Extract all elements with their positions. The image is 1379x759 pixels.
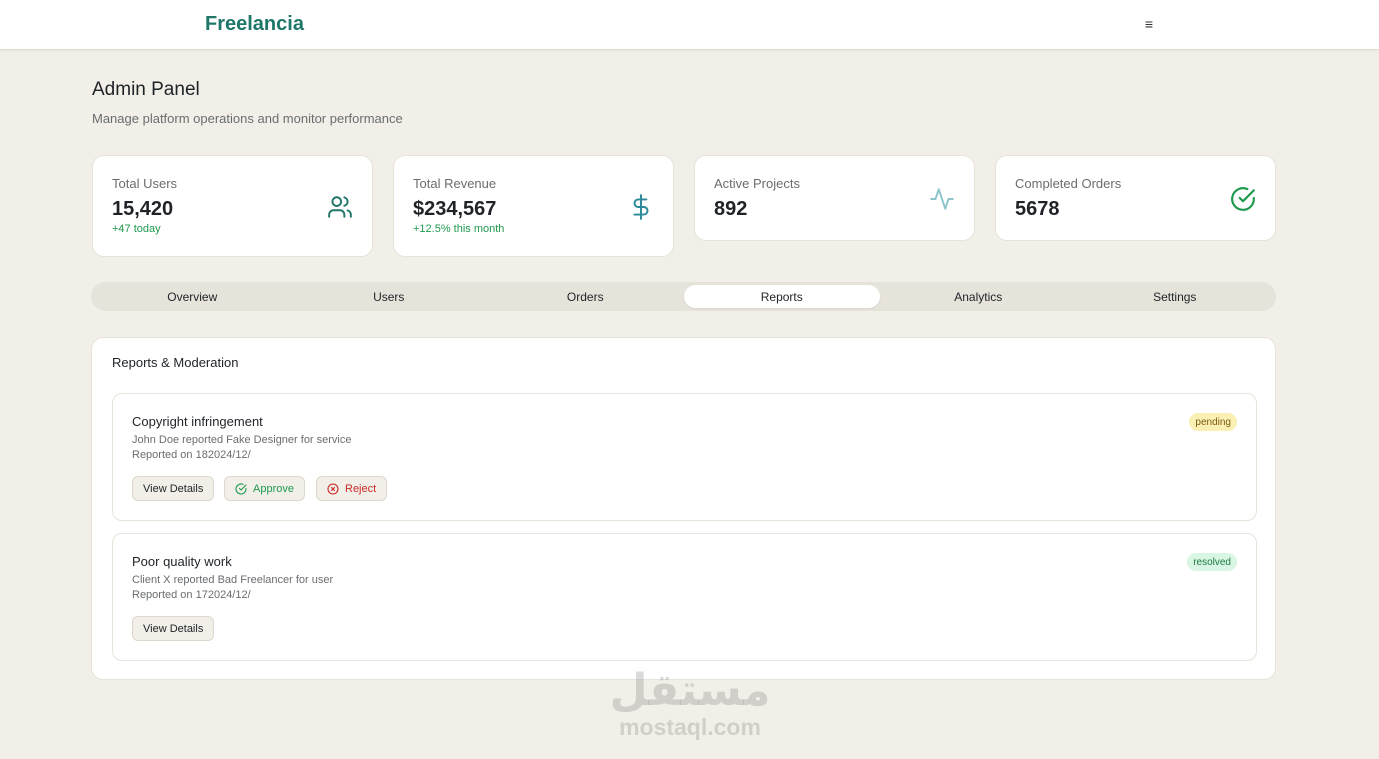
- stat-label: Total Revenue: [413, 176, 497, 191]
- view-details-button[interactable]: View Details: [132, 616, 215, 641]
- page-subtitle: Manage platform operations and monitor p…: [92, 111, 403, 126]
- button-label: Approve: [253, 482, 294, 495]
- stat-card-total-users: Total Users 15,420 +47 today: [92, 155, 373, 257]
- report-card: Copyright infringement John Doe reported…: [112, 393, 1257, 521]
- stat-value: 5678: [1015, 198, 1060, 220]
- report-description: Client X reported Bad Freelancer for use…: [132, 574, 334, 586]
- tab-reports[interactable]: Reports: [683, 285, 880, 308]
- report-card: Poor quality work Client X reported Bad …: [112, 533, 1257, 661]
- status-badge: resolved: [1187, 553, 1237, 571]
- check-circle-icon: [235, 482, 247, 495]
- top-navbar: Freelancia ≡: [0, 0, 1379, 50]
- menu-icon[interactable]: ≡: [1140, 15, 1158, 33]
- report-date: Reported on 182024/12/: [132, 449, 251, 461]
- view-details-button[interactable]: View Details: [132, 476, 215, 501]
- tab-orders[interactable]: Orders: [487, 285, 684, 308]
- button-label: View Details: [143, 622, 204, 635]
- report-date: Reported on 172024/12/: [132, 589, 251, 601]
- tab-overview[interactable]: Overview: [94, 285, 291, 308]
- tab-users[interactable]: Users: [291, 285, 488, 308]
- stat-card-total-revenue: Total Revenue $234,567 +12.5% this month: [393, 155, 674, 257]
- stat-value: $234,567: [413, 198, 497, 220]
- users-icon: [328, 196, 352, 218]
- stat-card-active-projects: Active Projects 892: [694, 155, 975, 241]
- report-title: Copyright infringement: [132, 414, 263, 429]
- reject-button[interactable]: Reject: [316, 476, 388, 501]
- page-title: Admin Panel: [92, 79, 200, 100]
- report-title: Poor quality work: [132, 554, 232, 569]
- stat-label: Completed Orders: [1015, 176, 1122, 191]
- stat-delta: +12.5% this month: [413, 223, 505, 235]
- check-circle-icon: [1231, 187, 1255, 211]
- status-badge: pending: [1189, 413, 1237, 431]
- x-circle-icon: [327, 482, 339, 495]
- report-description: John Doe reported Fake Designer for serv…: [132, 434, 352, 446]
- stat-label: Active Projects: [714, 176, 800, 191]
- button-label: Reject: [345, 482, 377, 495]
- reports-panel: Reports & Moderation Copyright infringem…: [91, 337, 1276, 680]
- stat-card-completed-orders: Completed Orders 5678: [995, 155, 1276, 241]
- dollar-icon: [633, 194, 649, 220]
- stat-value: 15,420: [112, 198, 174, 220]
- tab-settings[interactable]: Settings: [1077, 285, 1274, 308]
- approve-button[interactable]: Approve: [224, 476, 305, 501]
- stat-value: 892: [714, 198, 748, 220]
- admin-tabs: Overview Users Orders Reports Analytics …: [91, 282, 1276, 311]
- tab-analytics[interactable]: Analytics: [880, 285, 1077, 308]
- button-label: View Details: [143, 482, 204, 495]
- brand-logo[interactable]: Freelancia: [205, 13, 304, 36]
- panel-title: Reports & Moderation: [112, 355, 239, 370]
- watermark-latin: mostaql.com: [619, 714, 761, 740]
- activity-icon: [930, 188, 954, 210]
- stat-label: Total Users: [112, 176, 178, 191]
- stat-delta: +47 today: [112, 223, 161, 235]
- watermark-logo: مستقل mostaql.com: [606, 666, 774, 741]
- watermark-arabic: مستقل: [609, 666, 771, 715]
